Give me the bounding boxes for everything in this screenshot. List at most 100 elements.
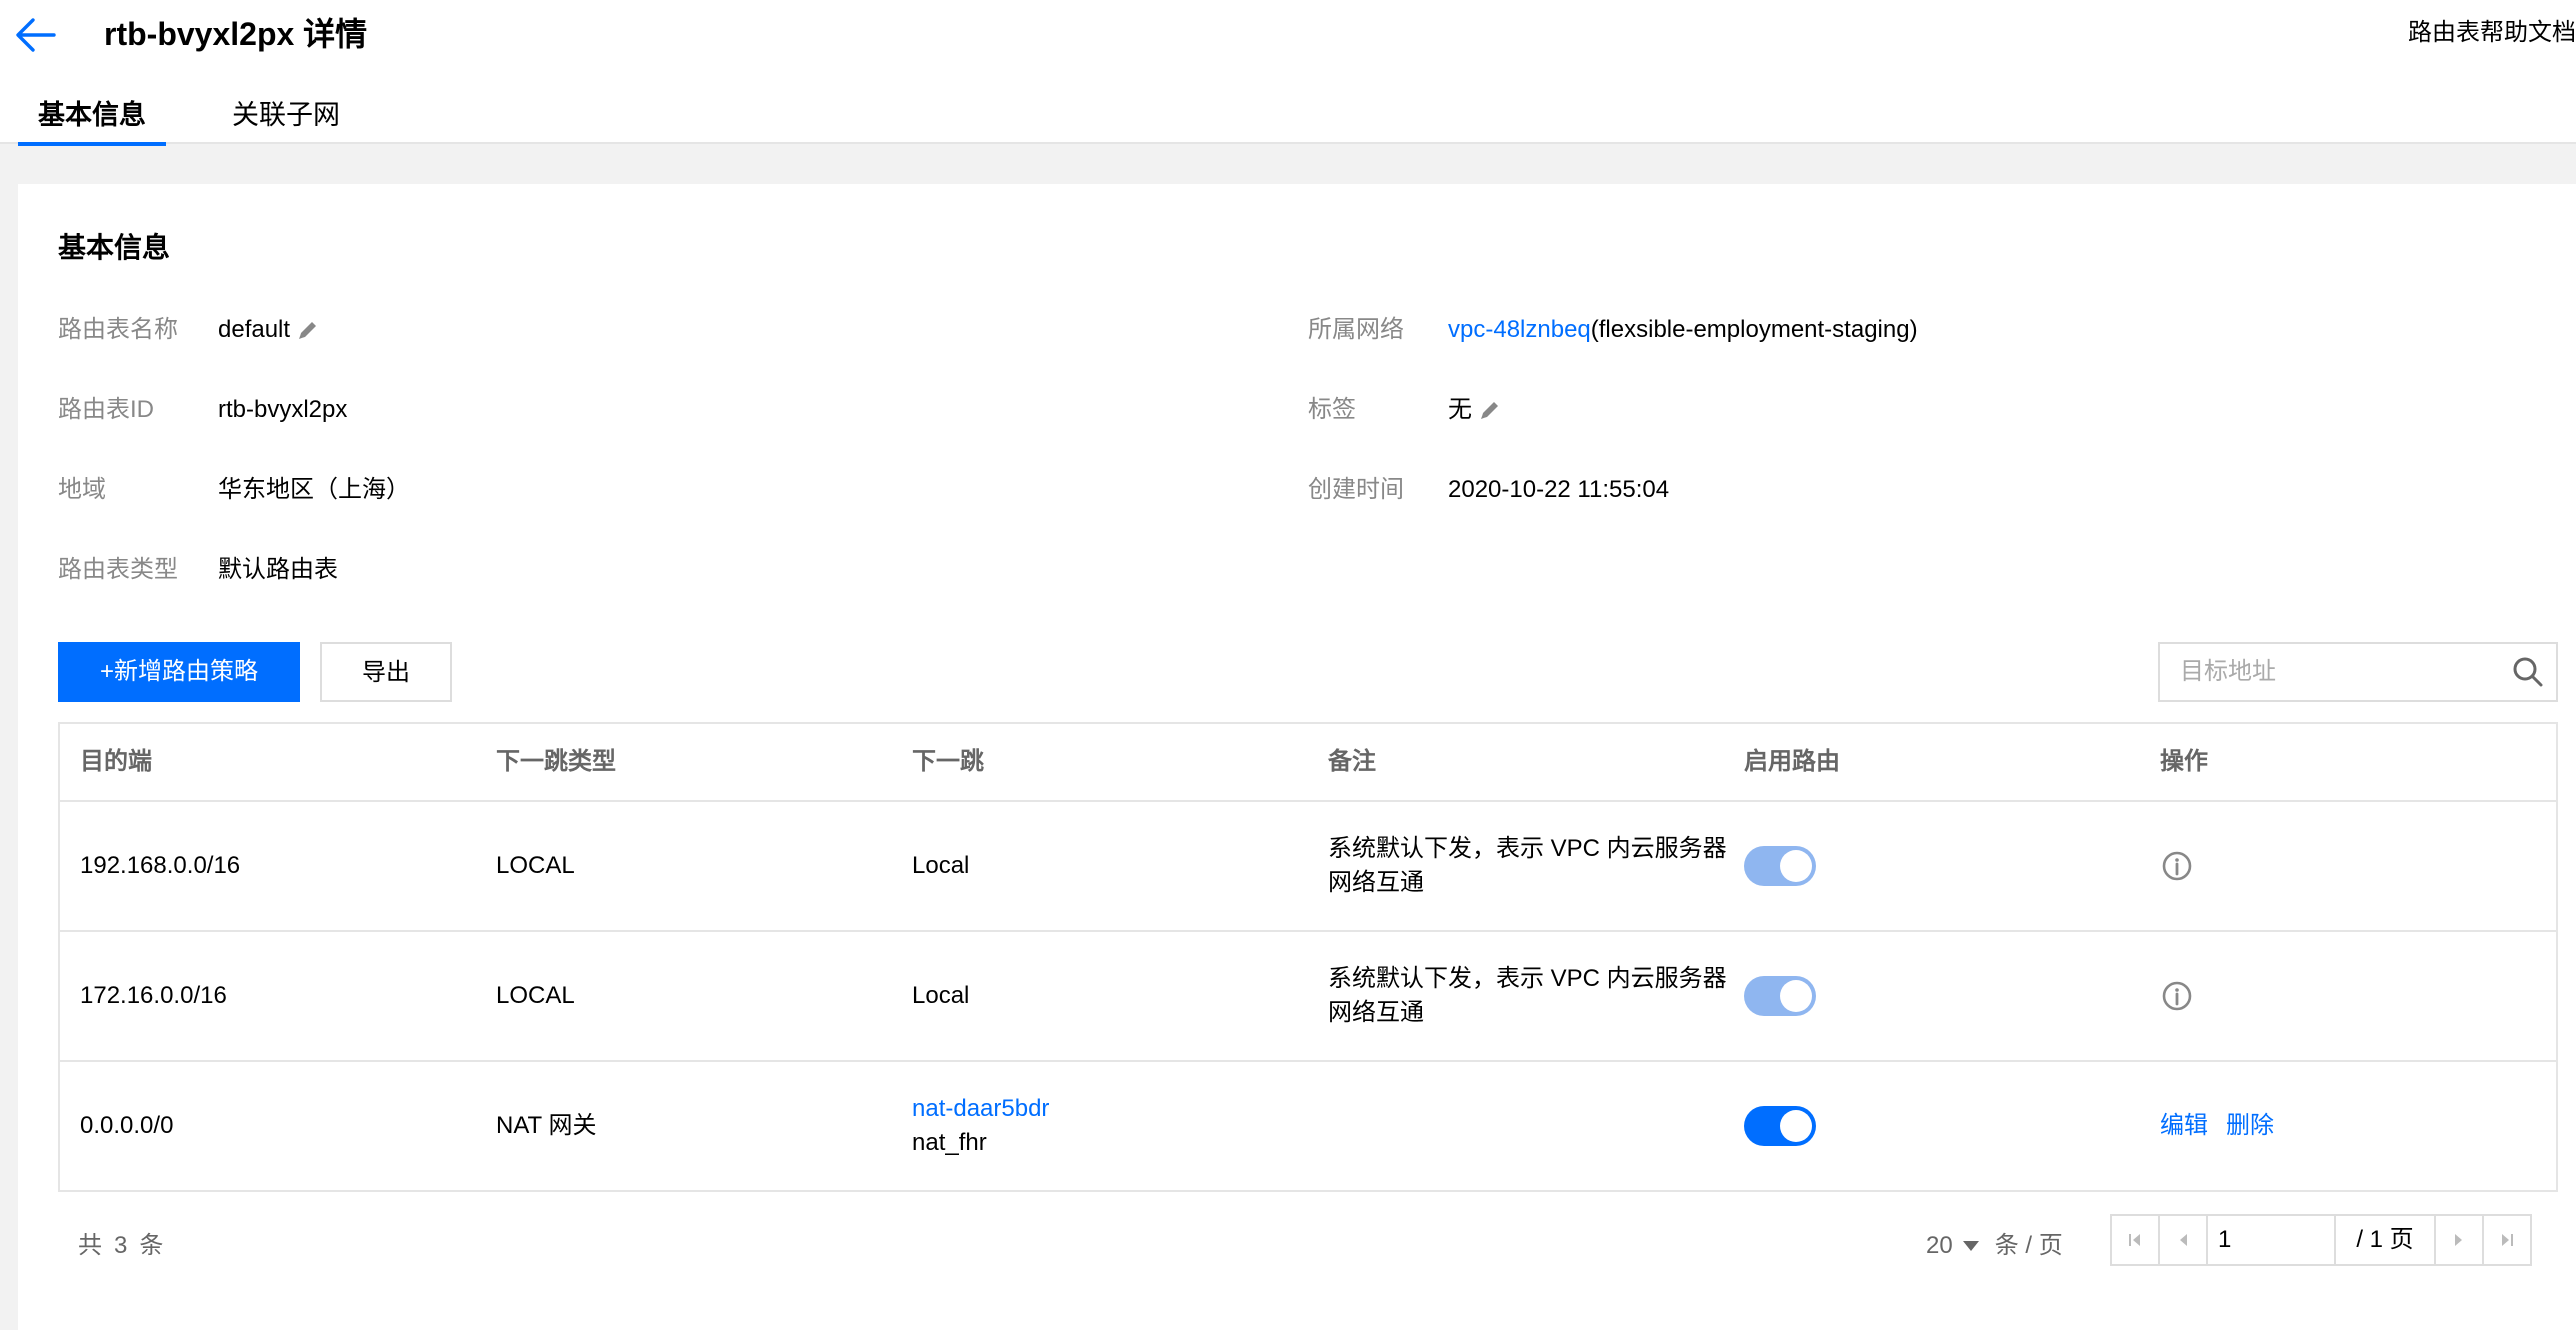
info-row-vpc: 所属网络 vpc-48lznbeq (flexsible-employment-… — [1308, 310, 1918, 350]
nat-gateway-link[interactable]: nat-daar5bdr — [912, 1092, 1049, 1126]
column-header: 启用路由 — [1744, 748, 1840, 775]
info-label: 创建时间 — [1308, 476, 1404, 503]
region-value: 华东地区（上海） — [218, 476, 410, 503]
info-row-id: 路由表ID rtb-bvyxl2px — [58, 390, 347, 430]
vpc-name: (flexsible-employment-staging) — [1590, 316, 1918, 343]
toggle-knob — [1780, 850, 1812, 882]
chevron-left-icon — [2180, 1234, 2187, 1246]
route-toggle[interactable] — [1744, 1106, 1816, 1146]
info-value: 无 — [1448, 390, 1502, 430]
first-page-icon — [2129, 1234, 2140, 1246]
info-label: 地域 — [58, 476, 106, 503]
toggle-knob — [1780, 980, 1812, 1012]
add-route-button[interactable]: +新增路由策略 — [58, 642, 300, 702]
vpc-link[interactable]: vpc-48lznbeq — [1448, 310, 1591, 350]
cell-enabled — [1744, 1062, 1816, 1190]
page-header: rtb-bvyxl2px 详情 路由表帮助文档 基本信息 关联子网 — [0, 0, 2576, 146]
route-table-name: default — [218, 316, 291, 343]
info-value: default — [218, 310, 320, 350]
info-value: vpc-48lznbeq (flexsible-employment-stagi… — [1448, 310, 1918, 350]
cell-next-hop: Local — [912, 802, 969, 930]
tab-associated-subnets[interactable]: 关联子网 — [212, 86, 360, 144]
column-header: 操作 — [2160, 748, 2208, 775]
cell-next-hop-type: LOCAL — [496, 982, 575, 1009]
search-input[interactable] — [2160, 644, 2500, 700]
column-header: 目的端 — [80, 748, 152, 775]
toggle-knob — [1780, 1110, 1812, 1142]
next-hop-value: Local — [912, 852, 970, 879]
next-page-button[interactable] — [2434, 1214, 2484, 1266]
cell-actions — [2160, 932, 2194, 1060]
help-doc-link[interactable]: 路由表帮助文档 — [2408, 16, 2576, 50]
note-text: 系统默认下发，表示 VPC 内云服务器网络互通 — [1328, 835, 1727, 896]
last-page-icon — [2502, 1234, 2513, 1246]
pencil-icon[interactable] — [296, 318, 320, 342]
info-row-created: 创建时间 2020-10-22 11:55:04 — [1308, 470, 1669, 510]
page-size-unit: 条 / 页 — [1994, 1232, 2063, 1259]
info-icon[interactable] — [2160, 979, 2194, 1013]
detail-card: 基本信息 路由表名称 default 路由表ID rtb-bvyxl2px 地域… — [18, 184, 2576, 1330]
created-time: 2020-10-22 11:55:04 — [1448, 476, 1670, 503]
row-actions: 编辑 删除 — [2160, 1109, 2274, 1143]
cell-next-hop: Local — [912, 932, 969, 1060]
table-row: 192.168.0.0/16 LOCAL Local 系统默认下发，表示 VPC… — [60, 802, 2556, 932]
cell-actions: 编辑 删除 — [2160, 1062, 2274, 1190]
total-pages: / 1 页 — [2334, 1214, 2436, 1266]
info-label: 标签 — [1308, 396, 1356, 423]
cell-next-hop-type: NAT 网关 — [496, 1112, 597, 1139]
info-label: 路由表名称 — [58, 316, 178, 343]
delete-route-link[interactable]: 删除 — [2226, 1109, 2274, 1143]
route-table-type: 默认路由表 — [218, 556, 338, 583]
info-row-name: 路由表名称 default — [58, 310, 320, 350]
edit-route-link[interactable]: 编辑 — [2160, 1109, 2208, 1143]
column-header: 备注 — [1328, 748, 1376, 775]
table-row: 172.16.0.0/16 LOCAL Local 系统默认下发，表示 VPC … — [60, 932, 2556, 1062]
cell-enabled — [1744, 802, 1816, 930]
route-table-id: rtb-bvyxl2px — [218, 396, 348, 423]
arrow-left-icon[interactable] — [14, 16, 56, 54]
page-title: rtb-bvyxl2px 详情 — [104, 16, 368, 52]
info-row-tags: 标签 无 — [1308, 390, 1502, 430]
page-size-selector[interactable]: 20 条 / 页 — [1926, 1226, 2063, 1266]
prev-page-button[interactable] — [2158, 1214, 2208, 1266]
cell-destination: 192.168.0.0/16 — [80, 852, 241, 879]
tags-value: 无 — [1448, 396, 1472, 423]
info-icon[interactable] — [2160, 849, 2194, 883]
info-row-region: 地域 华东地区（上海） — [58, 470, 410, 510]
cell-destination: 172.16.0.0/16 — [80, 982, 227, 1009]
export-button[interactable]: 导出 — [320, 642, 452, 702]
route-toggle[interactable] — [1744, 846, 1816, 886]
nat-gateway-name: nat_fhr — [912, 1129, 987, 1156]
cell-next-hop: nat-daar5bdr nat_fhr — [912, 1062, 1049, 1190]
cell-note: 系统默认下发，表示 VPC 内云服务器网络互通 — [1328, 932, 1738, 1060]
page-number-input[interactable] — [2206, 1214, 2336, 1266]
cell-enabled — [1744, 932, 1816, 1060]
cell-destination: 0.0.0.0/0 — [80, 1112, 174, 1139]
cell-actions — [2160, 802, 2194, 930]
route-table: 目的端 下一跳类型 下一跳 备注 启用路由 操作 192.168.0.0/16 … — [58, 722, 2558, 1192]
total-suffix: 条 — [139, 1232, 164, 1259]
page-size-value[interactable]: 20 — [1926, 1226, 1953, 1266]
info-label: 路由表类型 — [58, 556, 178, 583]
column-header: 下一跳 — [912, 748, 984, 775]
next-hop-value: Local — [912, 982, 970, 1009]
tab-bar: 基本信息 关联子网 — [18, 86, 360, 146]
note-text: 系统默认下发，表示 VPC 内云服务器网络互通 — [1328, 965, 1727, 1026]
last-page-button[interactable] — [2482, 1214, 2532, 1266]
tab-basic-info[interactable]: 基本信息 — [18, 86, 166, 146]
column-header: 下一跳类型 — [496, 748, 616, 775]
total-count: 共3条 — [78, 1226, 175, 1266]
search-icon[interactable] — [2512, 656, 2544, 688]
caret-down-icon[interactable] — [1961, 1239, 1981, 1253]
info-label: 路由表ID — [58, 396, 154, 423]
cell-note — [1328, 1062, 1738, 1190]
pager: / 1 页 — [2110, 1214, 2532, 1266]
route-toggle[interactable] — [1744, 976, 1816, 1016]
first-page-button[interactable] — [2110, 1214, 2160, 1266]
total-number: 3 — [114, 1232, 128, 1259]
cell-next-hop-type: LOCAL — [496, 852, 575, 879]
cell-note: 系统默认下发，表示 VPC 内云服务器网络互通 — [1328, 802, 1738, 930]
info-row-type: 路由表类型 默认路由表 — [58, 550, 338, 590]
pencil-icon[interactable] — [1478, 398, 1502, 422]
chevron-right-icon — [2455, 1234, 2462, 1246]
